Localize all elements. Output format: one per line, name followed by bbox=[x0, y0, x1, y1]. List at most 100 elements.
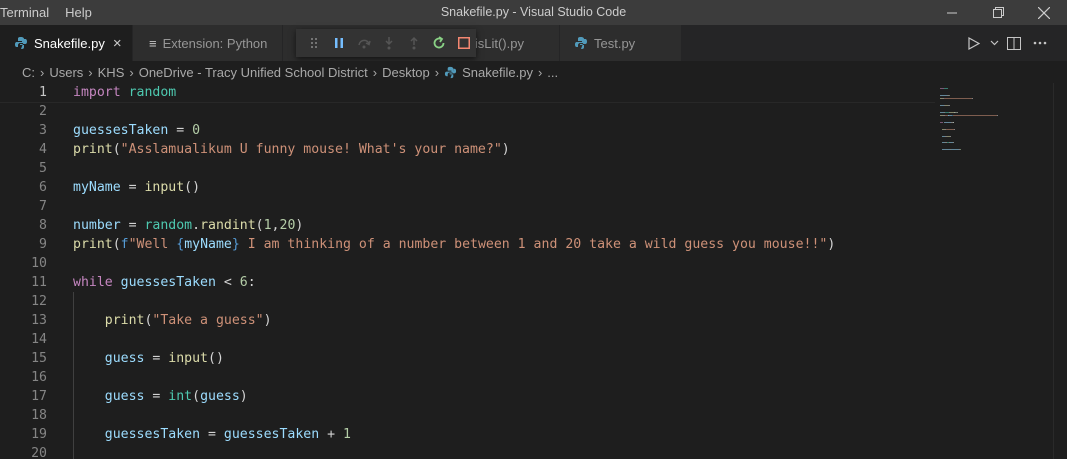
code-line[interactable]: 18 bbox=[0, 406, 935, 425]
run-dropdown-button[interactable] bbox=[987, 40, 1001, 46]
tab-close-icon[interactable]: × bbox=[113, 35, 122, 52]
code-token: "Take a guess" bbox=[152, 313, 264, 328]
menu-help[interactable]: Help bbox=[57, 0, 100, 25]
menu-terminal[interactable]: Terminal bbox=[0, 0, 57, 25]
breadcrumb-item[interactable]: Snakefile.py bbox=[462, 65, 533, 80]
code-token: guessesTaken bbox=[73, 123, 169, 138]
python-icon bbox=[575, 37, 587, 49]
pause-icon bbox=[335, 38, 344, 48]
minimap-mark bbox=[946, 128, 955, 130]
code-text: print(f"Well {myName} I am thinking of a… bbox=[73, 235, 835, 254]
step-over-icon bbox=[358, 39, 371, 49]
split-editor-button[interactable] bbox=[1001, 36, 1027, 50]
code-token: guess bbox=[104, 351, 145, 366]
breadcrumb-item[interactable]: OneDrive - Tracy Unified School District bbox=[139, 65, 368, 80]
code-text: guess = input() bbox=[73, 349, 224, 368]
pause-button[interactable] bbox=[327, 29, 352, 57]
tab-snakefile[interactable]: Snakefile.py × bbox=[0, 25, 133, 61]
code-line[interactable]: 17 guess = int(guess) bbox=[0, 387, 935, 406]
line-number: 12 bbox=[31, 294, 47, 309]
code-line[interactable]: 4 print("Asslamualikum U funny mouse! Wha… bbox=[0, 140, 935, 159]
code-line[interactable]: 6 myName = input() bbox=[0, 178, 935, 197]
code-line[interactable]: 13 print("Take a guess") bbox=[0, 311, 935, 330]
line-number: 6 bbox=[39, 180, 47, 195]
code-line[interactable]: 16 bbox=[0, 368, 935, 387]
stop-icon bbox=[457, 37, 470, 49]
code-token: = bbox=[120, 218, 145, 233]
tab-label: Extension: Python bbox=[162, 35, 268, 51]
code-line[interactable]: 8 number = random.randint(1,20) bbox=[0, 216, 935, 235]
indent-guide bbox=[73, 406, 74, 425]
breadcrumb-item[interactable]: KHS bbox=[98, 65, 125, 80]
code-line[interactable]: 2 bbox=[0, 102, 935, 121]
drag-handle[interactable] bbox=[302, 29, 327, 57]
run-icon bbox=[968, 36, 980, 50]
split-editor-icon bbox=[1007, 36, 1021, 50]
indent-guide bbox=[73, 444, 74, 459]
code-token: ) bbox=[827, 237, 836, 252]
code-line[interactable]: 7 bbox=[0, 197, 935, 216]
extension-icon: ≡ bbox=[149, 35, 157, 51]
line-number: 18 bbox=[31, 408, 47, 423]
code-line[interactable]: 5 bbox=[0, 159, 935, 178]
minimap-mark bbox=[942, 149, 950, 151]
step-into-button[interactable] bbox=[377, 29, 402, 57]
code-token: ) bbox=[263, 313, 272, 328]
code-line[interactable]: 19 guessesTaken = guessesTaken + 1 bbox=[0, 425, 935, 444]
line-number: 16 bbox=[31, 370, 47, 385]
step-over-button[interactable] bbox=[352, 29, 377, 57]
minimize-button[interactable] bbox=[929, 0, 975, 25]
restart-button[interactable] bbox=[426, 29, 451, 57]
restore-icon bbox=[992, 7, 1004, 18]
code-line[interactable]: 1 import random bbox=[0, 83, 935, 103]
stop-button[interactable] bbox=[451, 29, 476, 57]
code-token: = bbox=[200, 427, 224, 442]
indent-guide bbox=[73, 330, 74, 349]
run-button[interactable] bbox=[961, 36, 987, 50]
code-token: { bbox=[176, 237, 185, 252]
tab-test[interactable]: Test.py bbox=[560, 25, 682, 61]
minimap-mark bbox=[952, 142, 954, 144]
tab-label: Snakefile.py bbox=[34, 35, 105, 51]
code-token: "Asslamualikum U funny mouse! What's you… bbox=[120, 142, 502, 157]
code-token: int bbox=[168, 389, 193, 404]
code-token: ( bbox=[192, 389, 201, 404]
code-line[interactable]: 9 print(f"Well {myName} I am thinking of … bbox=[0, 235, 935, 254]
minimap[interactable] bbox=[935, 83, 1053, 459]
vertical-scrollbar[interactable] bbox=[1053, 83, 1067, 459]
tab-extension-python[interactable]: ≡ Extension: Python bbox=[133, 25, 283, 61]
breadcrumb-item[interactable]: ... bbox=[547, 65, 558, 80]
code-line[interactable]: 10 bbox=[0, 254, 935, 273]
python-icon bbox=[445, 66, 457, 78]
code-line[interactable]: 12 bbox=[0, 292, 935, 311]
close-window-button[interactable] bbox=[1021, 0, 1067, 25]
more-actions-button[interactable] bbox=[1027, 41, 1053, 45]
code-editor[interactable]: 1 import random 2 3 guessesTaken = 0 4 print("… bbox=[0, 83, 935, 459]
code-text: guess = int(guess) bbox=[73, 387, 248, 406]
breadcrumb-item[interactable]: Users bbox=[49, 65, 83, 80]
code-line[interactable]: 11 while guessesTaken < 6: bbox=[0, 273, 935, 292]
code-token: random bbox=[128, 85, 177, 100]
code-line[interactable]: 15 guess = input() bbox=[0, 349, 935, 368]
code-token: = bbox=[168, 123, 193, 138]
window-title: Snakefile.py - Visual Studio Code bbox=[440, 5, 627, 19]
code-token: . bbox=[192, 218, 201, 233]
restore-button[interactable] bbox=[975, 0, 1021, 25]
code-token: f bbox=[120, 237, 129, 252]
code-line[interactable]: 14 bbox=[0, 330, 935, 349]
line-number: 3 bbox=[39, 123, 47, 138]
chevron-right-icon: › bbox=[88, 64, 93, 80]
code-token: random bbox=[144, 218, 193, 233]
breadcrumb-item[interactable]: C: bbox=[22, 65, 35, 80]
step-out-button[interactable] bbox=[401, 29, 426, 57]
code-line[interactable]: 20 bbox=[0, 444, 935, 459]
code-token: ) bbox=[239, 389, 248, 404]
code-line[interactable]: 3 guessesTaken = 0 bbox=[0, 121, 935, 140]
chevron-right-icon: › bbox=[537, 64, 543, 80]
indent-guide bbox=[73, 292, 74, 311]
line-number: 2 bbox=[39, 104, 47, 119]
code-token: , bbox=[271, 218, 280, 233]
breadcrumb-item[interactable]: Desktop bbox=[382, 65, 430, 80]
code-token: ) bbox=[295, 218, 304, 233]
